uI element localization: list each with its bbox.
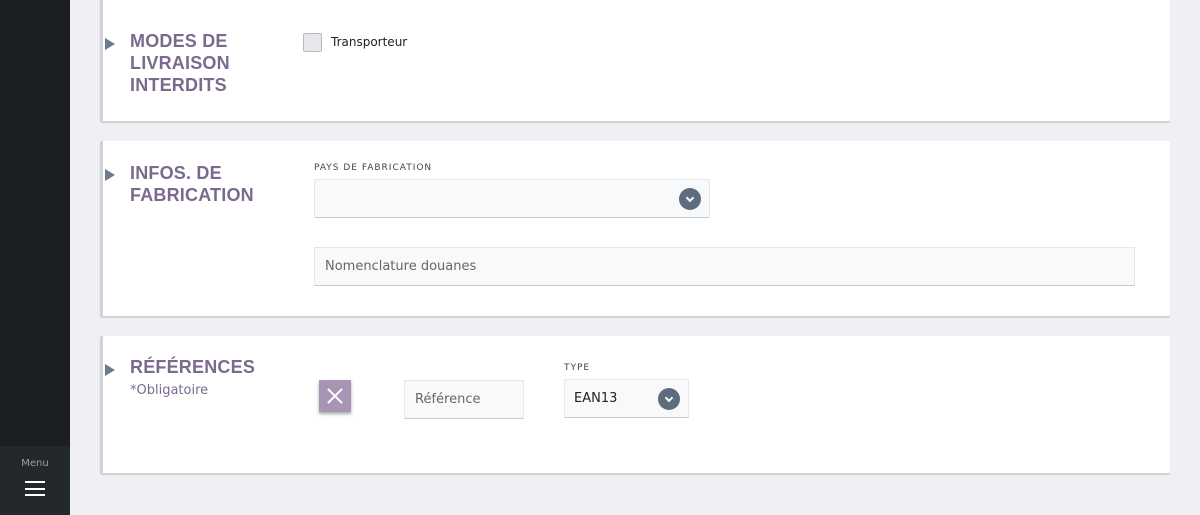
title-line: LIVRAISON	[130, 53, 230, 73]
references-section: RÉFÉRENCES *Obligatoire TYPE EAN13	[100, 336, 1170, 473]
section-title-references: RÉFÉRENCES	[130, 357, 256, 377]
chevron-down-icon	[679, 188, 701, 210]
hamburger-icon	[25, 481, 45, 496]
required-note: *Obligatoire	[130, 383, 209, 398]
transporteur-checkbox[interactable]	[303, 33, 322, 52]
section-title-delivery-modes: MODES DE LIVRAISON INTERDITS	[130, 30, 230, 96]
customs-nomenclature-input[interactable]	[314, 247, 1135, 286]
transporteur-label: Transporteur	[331, 35, 408, 49]
sidebar: Menu	[0, 0, 70, 515]
delivery-modes-section: MODES DE LIVRAISON INTERDITS Transporteu…	[100, 0, 1170, 121]
country-of-manufacture-select[interactable]	[314, 179, 710, 218]
section-title-manufacturing: INFOS. DE FABRICATION	[130, 162, 254, 206]
title-line: INFOS. DE	[130, 163, 222, 183]
title-line: MODES DE	[130, 31, 228, 51]
expand-triangle-icon[interactable]	[105, 169, 115, 181]
reference-type-select[interactable]: EAN13	[564, 379, 689, 418]
delete-reference-button[interactable]	[319, 380, 351, 412]
chevron-down-icon	[658, 388, 680, 410]
type-label: TYPE	[564, 363, 591, 373]
manufacturing-info-section: INFOS. DE FABRICATION PAYS DE FABRICATIO…	[100, 141, 1170, 316]
title-line: FABRICATION	[130, 185, 254, 205]
menu-label: Menu	[21, 458, 49, 469]
title-line: INTERDITS	[130, 75, 227, 95]
expand-triangle-icon[interactable]	[105, 364, 115, 376]
reference-input[interactable]	[404, 380, 524, 419]
menu-button[interactable]: Menu	[0, 446, 70, 515]
type-select-value: EAN13	[574, 391, 618, 406]
country-of-manufacture-label: PAYS DE FABRICATION	[314, 163, 433, 173]
expand-triangle-icon[interactable]	[105, 38, 115, 50]
